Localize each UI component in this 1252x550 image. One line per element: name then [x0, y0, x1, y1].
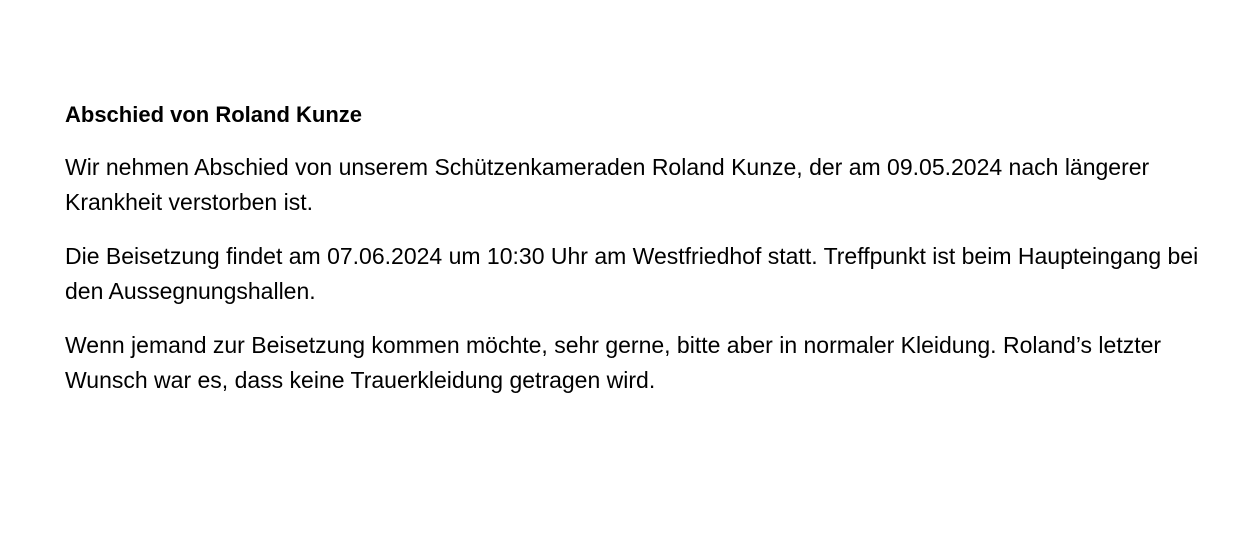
obituary-document: Abschied von Roland Kunze Wir nehmen Abs…: [65, 99, 1205, 398]
paragraph-attire-request: Wenn jemand zur Beisetzung kommen möchte…: [65, 332, 1162, 393]
paragraph-funeral-details: Die Beisetzung findet am 07.06.2024 um 1…: [65, 243, 1199, 304]
paragraph-announcement: Wir nehmen Abschied von unserem Schützen…: [65, 154, 1150, 215]
document-title: Abschied von Roland Kunze: [65, 102, 363, 127]
